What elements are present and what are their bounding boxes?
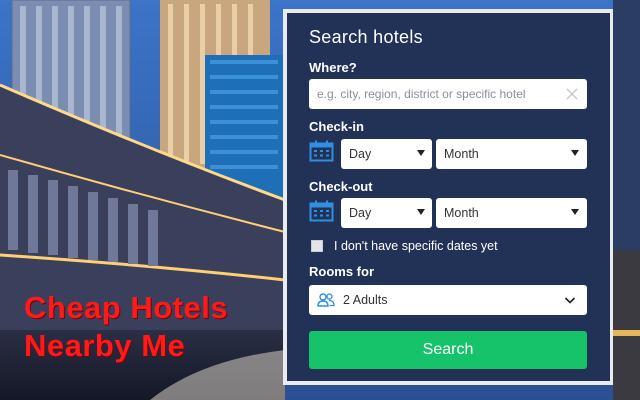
people-icon bbox=[317, 293, 335, 307]
calendar-icon[interactable] bbox=[309, 200, 334, 222]
checkin-month-select[interactable]: Month bbox=[436, 139, 587, 169]
where-label: Where? bbox=[309, 60, 357, 75]
chevron-down-icon bbox=[417, 150, 425, 156]
checkin-day-value: Day bbox=[349, 147, 372, 161]
checkout-month-value: Month bbox=[444, 206, 479, 220]
checkout-label: Check-out bbox=[309, 179, 373, 194]
rooms-value: 2 Adults bbox=[343, 293, 388, 307]
no-dates-label[interactable]: I don't have specific dates yet bbox=[334, 239, 498, 253]
chevron-down-icon bbox=[571, 209, 579, 215]
calendar-icon[interactable] bbox=[309, 140, 334, 162]
promo-headline-line-2: Nearby Me bbox=[24, 328, 186, 363]
panel-title: Search hotels bbox=[309, 27, 423, 47]
checkin-month-value: Month bbox=[444, 147, 479, 161]
close-icon[interactable] bbox=[565, 87, 579, 101]
destination-search-input[interactable] bbox=[309, 79, 587, 109]
chevron-down-icon bbox=[417, 209, 425, 215]
no-dates-checkbox[interactable] bbox=[311, 240, 323, 252]
search-button[interactable]: Search bbox=[309, 331, 587, 369]
chevron-down-icon bbox=[564, 297, 576, 304]
rooms-select[interactable]: 2 Adults bbox=[309, 285, 587, 315]
checkout-day-value: Day bbox=[349, 206, 372, 220]
rooms-label: Rooms for bbox=[309, 264, 374, 279]
hotel-search-panel: Search hotels Where? Check-in Day Month … bbox=[283, 9, 613, 385]
checkin-day-select[interactable]: Day bbox=[341, 139, 432, 169]
promo-headline-line-1: Cheap Hotels bbox=[24, 290, 229, 325]
checkin-label: Check-in bbox=[309, 119, 364, 134]
checkout-day-select[interactable]: Day bbox=[341, 198, 432, 228]
chevron-down-icon bbox=[571, 150, 579, 156]
checkout-month-select[interactable]: Month bbox=[436, 198, 587, 228]
promo-headline: Cheap Hotels Nearby Me bbox=[24, 289, 228, 365]
